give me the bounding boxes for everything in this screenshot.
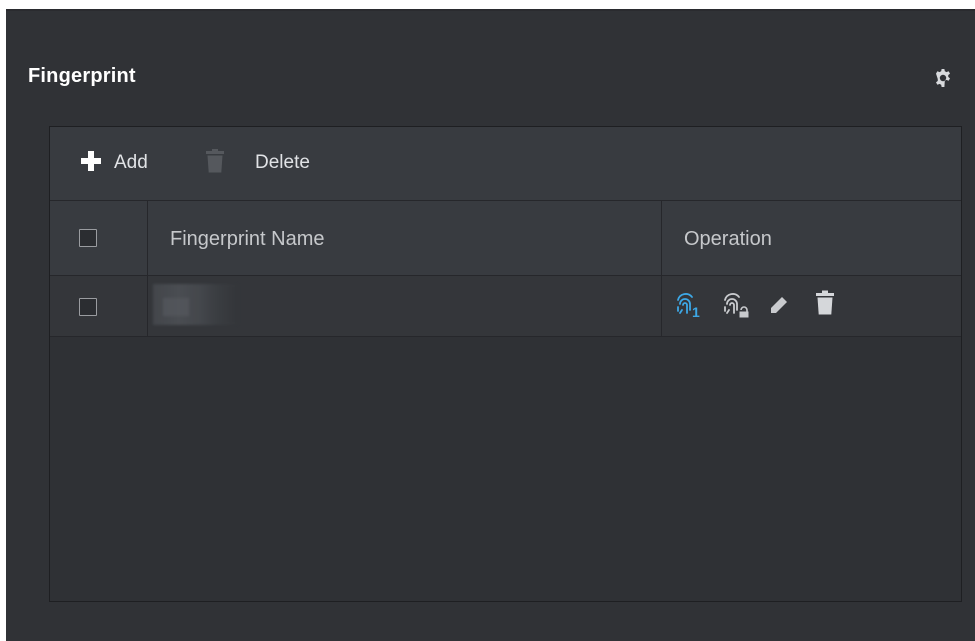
plus-icon (80, 150, 102, 177)
fingerprint-name-cell (153, 284, 239, 325)
add-button-label: Add (114, 152, 148, 173)
column-header-fingerprint-name: Fingerprint Name (170, 228, 325, 250)
table-header-row: Fingerprint Name Operation (50, 201, 961, 276)
column-divider (661, 276, 662, 337)
table-row: 1 (50, 276, 961, 337)
add-button[interactable]: Add (80, 149, 148, 177)
fingerprint-panel: Fingerprint Add Delete Fingerprint Name … (6, 9, 975, 641)
edit-icon[interactable] (769, 295, 789, 320)
panel-title: Fingerprint (28, 65, 136, 87)
svg-text:1: 1 (692, 304, 700, 318)
column-divider (147, 201, 148, 276)
panel-top-divider (6, 9, 975, 11)
delete-button[interactable]: Delete (205, 148, 310, 178)
select-all-checkbox[interactable] (79, 229, 97, 247)
column-header-operation: Operation (684, 228, 772, 250)
delete-button-label: Delete (255, 152, 310, 173)
delete-icon[interactable] (815, 290, 835, 321)
trash-icon (205, 148, 225, 178)
fingerprint-lock-icon[interactable] (722, 292, 752, 323)
column-divider (661, 201, 662, 276)
fingerprint-duress-icon[interactable]: 1 (675, 292, 705, 323)
gear-icon[interactable] (933, 68, 953, 88)
table-toolbar: Add Delete (50, 127, 961, 201)
row-checkbox[interactable] (79, 298, 97, 316)
fingerprint-table: Add Delete Fingerprint Name Operation 1 (49, 126, 962, 602)
column-divider (147, 276, 148, 337)
